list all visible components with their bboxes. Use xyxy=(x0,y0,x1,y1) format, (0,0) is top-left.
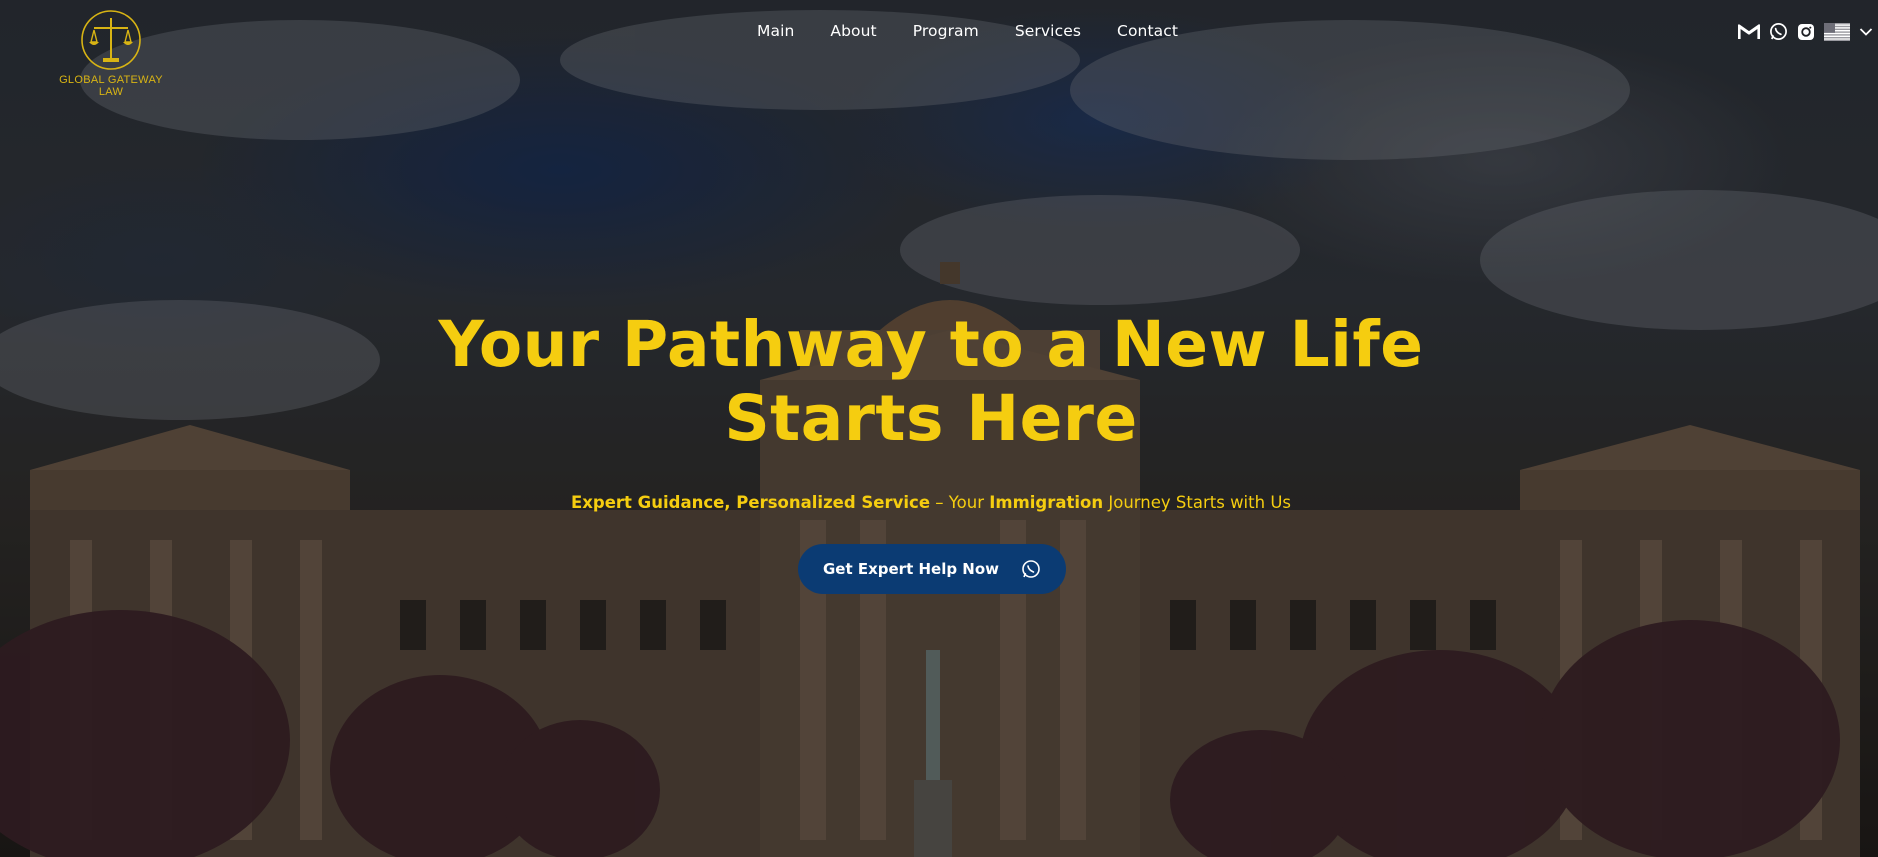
instagram-icon[interactable] xyxy=(1797,23,1815,41)
nav-link-contact[interactable]: Contact xyxy=(1117,22,1178,40)
nav-link-program[interactable]: Program xyxy=(913,22,979,40)
nav-link-services[interactable]: Services xyxy=(1015,22,1081,40)
nav-link-about[interactable]: About xyxy=(830,22,876,40)
site-logo[interactable]: GLOBAL GATEWAY LAW xyxy=(58,8,164,98)
headline-line-1: Your Pathway to a New Life xyxy=(438,308,1424,381)
get-expert-help-button[interactable]: Get Expert Help Now xyxy=(798,544,1066,594)
subheadline-bold-1: Expert Guidance, Personalized Service xyxy=(571,493,931,512)
scales-of-justice-icon xyxy=(81,10,141,70)
hero-headline: Your Pathway to a New Life Starts Here xyxy=(0,308,1862,456)
us-flag-icon[interactable] xyxy=(1824,22,1850,41)
subheadline-bold-2: Immigration xyxy=(989,493,1104,512)
whatsapp-icon xyxy=(1022,560,1040,578)
gmail-icon[interactable] xyxy=(1738,23,1760,40)
subheadline-text-2: Journey Starts with Us xyxy=(1103,493,1291,512)
whatsapp-icon[interactable] xyxy=(1769,22,1788,41)
main-nav: Main About Program Services Contact xyxy=(757,22,1178,40)
chevron-down-icon[interactable] xyxy=(1859,27,1873,37)
headline-line-2: Starts Here xyxy=(724,382,1138,455)
header-icons xyxy=(1738,22,1873,41)
nav-link-main[interactable]: Main xyxy=(757,22,794,40)
hero-subheadline: Expert Guidance, Personalized Service – … xyxy=(0,493,1862,512)
logo-text: GLOBAL GATEWAY LAW xyxy=(59,74,163,98)
cta-label: Get Expert Help Now xyxy=(822,560,1000,578)
subheadline-text-1: – Your xyxy=(930,493,990,512)
